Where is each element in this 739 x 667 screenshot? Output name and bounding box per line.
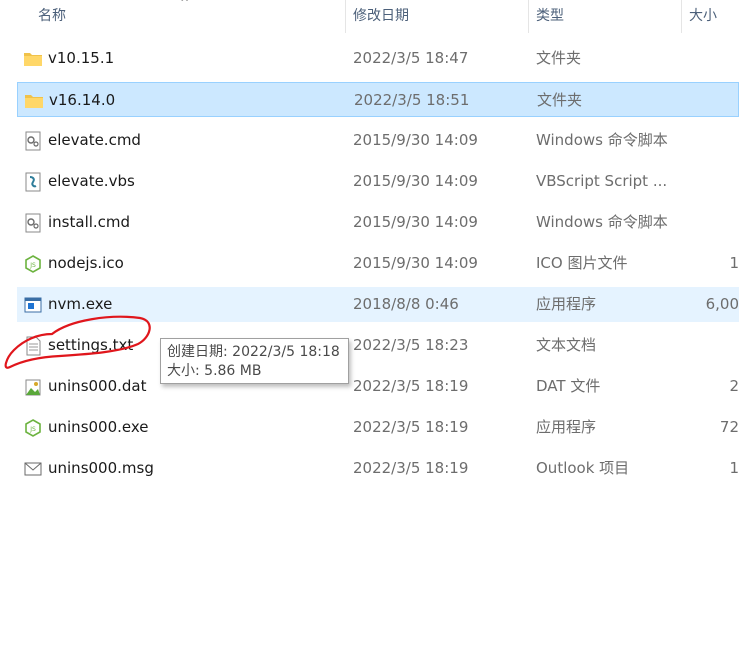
file-type: Outlook 项目 <box>536 459 630 477</box>
file-row[interactable]: settings.txt 2022/3/5 18:23 文本文档 <box>17 328 739 363</box>
file-row[interactable]: nvm.exe 2018/8/8 0:46 应用程序 6,00 <box>17 287 739 322</box>
column-header-type-label: 类型 <box>536 8 564 24</box>
file-type: Windows 命令脚本 <box>536 131 668 149</box>
file-modified-date: 2015/9/30 14:09 <box>353 172 478 190</box>
mail-icon <box>23 459 43 479</box>
column-header-size-label: 大小 <box>689 8 717 24</box>
column-header-name[interactable]: 名称 <box>30 0 350 33</box>
file-size <box>687 83 739 118</box>
column-header-size[interactable]: 大小 <box>681 0 739 33</box>
text-file-icon <box>23 336 43 356</box>
file-size: 72 <box>719 418 739 436</box>
file-modified-date: 2022/3/5 18:19 <box>353 377 469 395</box>
file-type: VBScript Script ... <box>536 172 668 190</box>
column-header-date[interactable]: 修改日期 <box>345 0 528 33</box>
file-row[interactable]: unins000.msg 2022/3/5 18:19 Outlook 项目 1 <box>17 451 739 486</box>
file-size: 1 <box>729 254 739 272</box>
file-row[interactable]: unins000.dat 2022/3/5 18:19 DAT 文件 2 <box>17 369 739 404</box>
file-row[interactable]: install.cmd 2015/9/30 14:09 Windows 命令脚本 <box>17 205 739 240</box>
file-size: 6,00 <box>705 295 739 313</box>
file-size <box>686 123 739 158</box>
file-size <box>686 41 739 76</box>
column-header-name-label: 名称 <box>38 8 66 24</box>
sort-ascending-icon: ^ <box>180 0 190 9</box>
file-row[interactable]: JS nodejs.ico 2015/9/30 14:09 ICO 图片文件 1 <box>17 246 739 281</box>
file-type: ICO 图片文件 <box>536 254 628 272</box>
file-modified-date: 2015/9/30 14:09 <box>353 213 478 231</box>
file-row[interactable]: JS unins000.exe 2022/3/5 18:19 应用程序 72 <box>17 410 739 445</box>
file-type: DAT 文件 <box>536 377 601 395</box>
dat-file-icon <box>23 377 43 397</box>
folder-icon <box>23 49 43 69</box>
file-type: 应用程序 <box>536 295 597 313</box>
file-name: nodejs.ico <box>48 254 124 272</box>
file-row[interactable]: elevate.vbs 2015/9/30 14:09 VBScript Scrip… <box>17 164 739 199</box>
tooltip-created-date: 创建日期: 2022/3/5 18:18 <box>167 344 340 360</box>
file-size <box>686 205 739 240</box>
svg-text:JS: JS <box>29 262 36 269</box>
file-modified-date: 2022/3/5 18:19 <box>353 418 469 436</box>
file-size <box>686 328 739 363</box>
file-row[interactable]: v10.15.1 2022/3/5 18:47 文件夹 <box>17 41 739 76</box>
file-row[interactable]: v16.14.0 2022/3/5 18:51 文件夹 <box>17 82 739 117</box>
file-size: 1 <box>729 459 739 477</box>
column-header-date-label: 修改日期 <box>353 8 409 24</box>
file-type: Windows 命令脚本 <box>536 213 668 231</box>
file-type: 文件夹 <box>537 91 583 109</box>
nodejs-icon: JS <box>23 254 43 274</box>
column-header-bar: 名称 ^ 修改日期 类型 大小 <box>0 0 739 33</box>
file-size <box>686 164 739 199</box>
file-name: unins000.msg <box>48 459 154 477</box>
column-header-type[interactable]: 类型 <box>528 0 681 33</box>
cmd-script-icon <box>23 131 43 151</box>
file-modified-date: 2022/3/5 18:51 <box>354 91 470 109</box>
file-row[interactable]: elevate.cmd 2015/9/30 14:09 Windows 命令脚本 <box>17 123 739 158</box>
file-info-tooltip: 创建日期: 2022/3/5 18:18 大小: 5.86 MB <box>160 338 349 384</box>
file-name: v16.14.0 <box>49 91 116 109</box>
file-name: install.cmd <box>48 213 131 231</box>
file-name: unins000.exe <box>48 418 149 436</box>
file-type: 应用程序 <box>536 418 597 436</box>
vbscript-icon <box>23 172 43 192</box>
file-type: 文本文档 <box>536 336 597 354</box>
file-modified-date: 2015/9/30 14:09 <box>353 131 478 149</box>
file-modified-date: 2022/3/5 18:23 <box>353 336 469 354</box>
svg-text:JS: JS <box>29 426 36 433</box>
file-size: 2 <box>729 377 739 395</box>
file-type: 文件夹 <box>536 49 582 67</box>
file-name: v10.15.1 <box>48 49 115 67</box>
file-name: elevate.cmd <box>48 131 141 149</box>
file-name: nvm.exe <box>48 295 113 313</box>
cmd-script-icon <box>23 213 43 233</box>
file-modified-date: 2022/3/5 18:19 <box>353 459 469 477</box>
folder-icon <box>24 91 44 111</box>
nodejs-icon: JS <box>23 418 43 438</box>
file-modified-date: 2018/8/8 0:46 <box>353 295 459 313</box>
file-name: elevate.vbs <box>48 172 135 190</box>
exe-icon <box>23 295 43 315</box>
file-modified-date: 2022/3/5 18:47 <box>353 49 469 67</box>
tooltip-size: 大小: 5.86 MB <box>167 363 262 379</box>
file-modified-date: 2015/9/30 14:09 <box>353 254 478 272</box>
